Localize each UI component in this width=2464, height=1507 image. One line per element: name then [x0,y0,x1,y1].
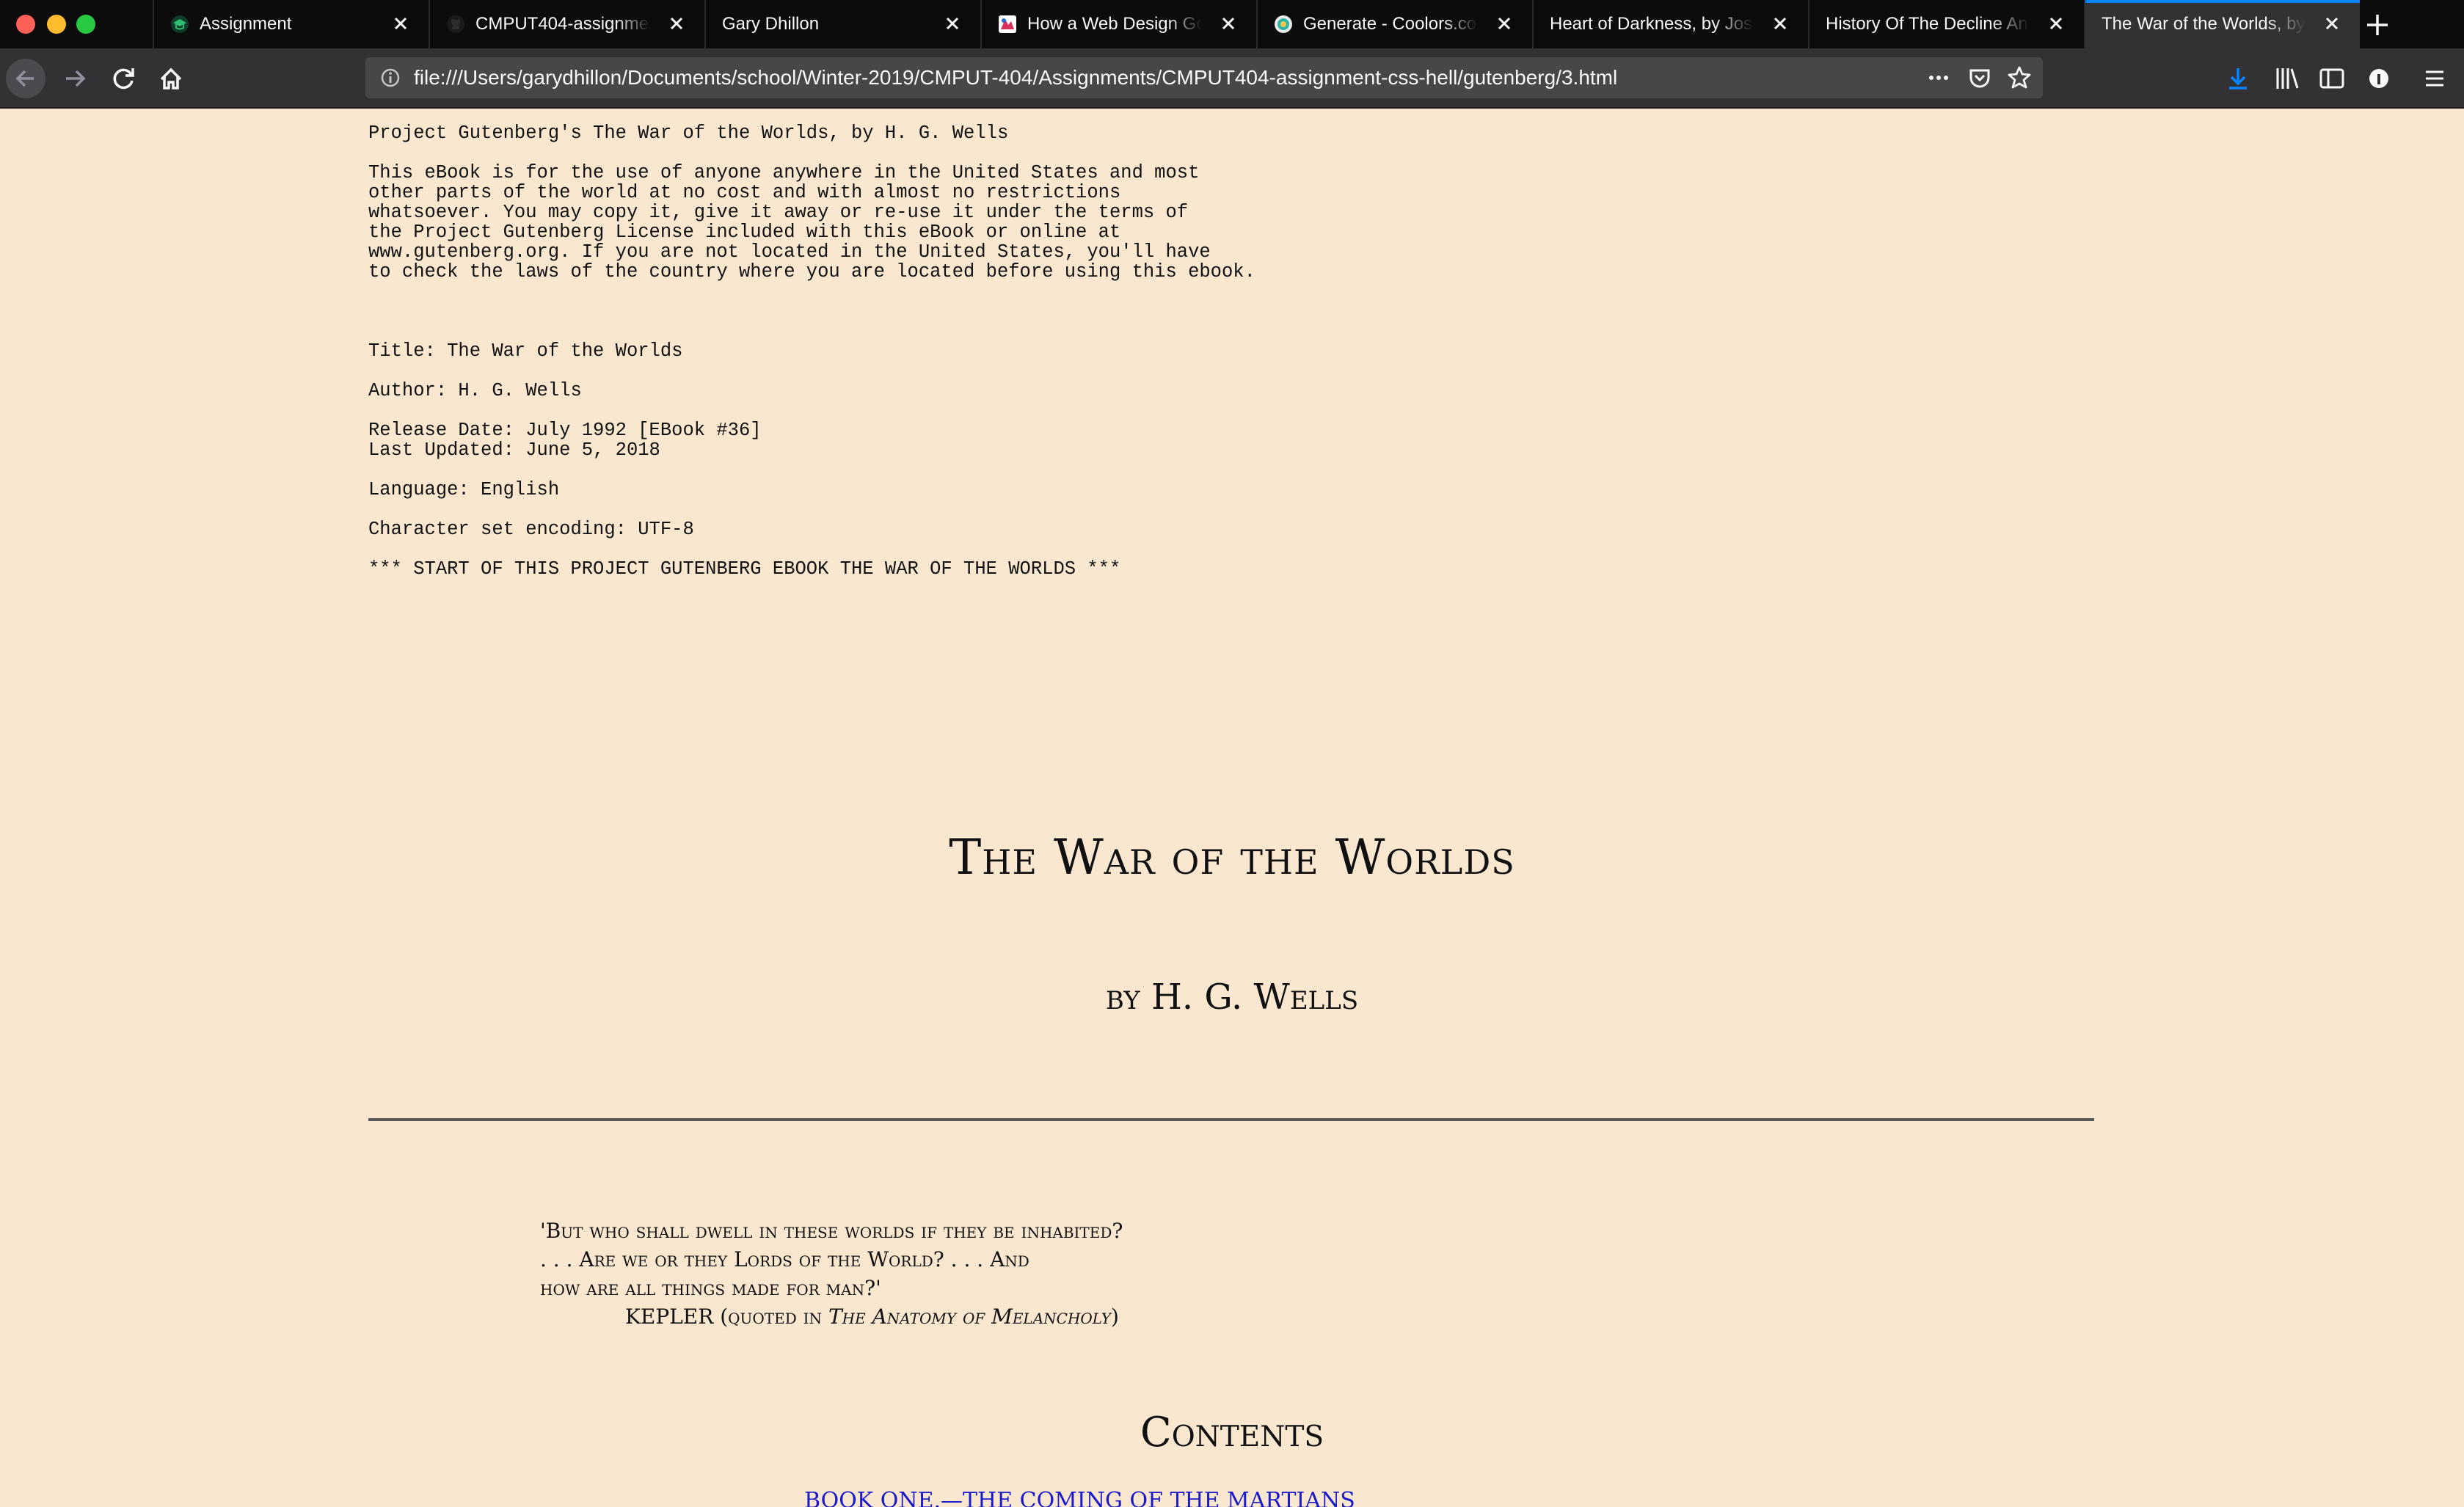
nav-toolbar: file:///Users/garydhillon/Documents/scho… [0,48,2464,109]
close-icon[interactable] [663,10,690,37]
tab-web-design-hell[interactable]: How a Web Design Goes Straight to Hell [980,0,1256,48]
arrow-left-icon [15,70,34,87]
book-byline: by H. G. Wells [1105,977,1359,1018]
epigraph-attribution: KEPLER (quoted in The Anatomy of Melanch… [540,1302,1123,1331]
tab-label: How a Web Design Goes Straight to Hell [1027,14,1202,34]
attribution-work: The Anatomy of Melancholy [828,1305,1111,1329]
page-content: Project Gutenberg's The War of the World… [0,109,2464,1507]
page-actions-icon[interactable] [1924,63,1953,92]
close-icon[interactable] [2319,10,2345,37]
oatmeal-icon [999,15,1016,33]
close-icon[interactable] [939,10,966,37]
epigraph-line: 'But who shall dwell in these worlds if … [540,1219,1123,1243]
close-icon[interactable] [1767,10,1793,37]
tab-coolors[interactable]: Generate - Coolors.co [1256,0,1532,48]
tab-label: History Of The Decline And Fall [1826,14,2030,34]
tab-label: Assignment [200,14,292,34]
toc-link-book-one[interactable]: BOOK ONE.—THE COMING OF THE MARTIANS [804,1488,1355,1507]
window-close-button[interactable] [16,15,35,34]
tab-label: Heart of Darkness, by Joseph Conrad [1550,14,1754,34]
tab-label: CMPUT404-assignment-css-hell [475,14,650,34]
epigraph-line: how are all things made for man?' [540,1276,881,1300]
url-bar[interactable]: file:///Users/garydhillon/Documents/scho… [365,57,2043,98]
tab-gary-dhillon[interactable]: Gary Dhillon [704,0,980,48]
arrow-right-icon [66,70,86,87]
downloads-icon[interactable] [2222,62,2254,95]
extension-info-icon[interactable] [2363,62,2395,95]
close-icon[interactable] [2043,10,2069,37]
tab-assignment[interactable]: Assignment [153,0,429,48]
tab-label: Gary Dhillon [722,14,820,34]
tab-cmput404-repo[interactable]: CMPUT404-assignment-css-hell [429,0,704,48]
book-title: The War of the Worlds [949,829,1515,886]
back-button[interactable] [6,59,45,98]
bookmark-star-icon[interactable] [2005,63,2034,92]
library-icon[interactable] [2270,62,2303,95]
close-icon[interactable] [387,10,414,37]
info-icon[interactable] [377,65,404,91]
tab-list: Assignment CMPUT404-assignment-css-hell … [153,0,2360,48]
pocket-icon[interactable] [1965,63,1994,92]
window-minimize-button[interactable] [47,15,66,34]
url-text: file:///Users/garydhillon/Documents/scho… [414,66,1618,89]
attribution-suffix: ) [1111,1305,1119,1329]
graduation-cap-icon [171,15,189,33]
browser-chrome: Assignment CMPUT404-assignment-css-hell … [0,0,2464,109]
tab-label: The War of the Worlds, by H. G. Wells [2102,14,2306,34]
reload-icon [113,68,134,90]
hamburger-menu-icon[interactable] [2419,62,2451,95]
github-icon [447,15,464,33]
window-zoom-button[interactable] [76,15,95,34]
gutenberg-header: Project Gutenberg's The War of the World… [368,123,1255,580]
sidebar-icon[interactable] [2316,62,2348,95]
coolors-icon [1275,15,1292,33]
close-icon[interactable] [1215,10,1242,37]
forward-button[interactable] [56,59,95,98]
tab-war-of-the-worlds[interactable]: The War of the Worlds, by H. G. Wells [2084,0,2360,48]
contents-heading: Contents [1140,1409,1324,1456]
tab-strip: Assignment CMPUT404-assignment-css-hell … [0,0,2464,48]
tab-decline-and-fall[interactable]: History Of The Decline And Fall [1808,0,2084,48]
attribution-prefix: KEPLER (quoted in [625,1305,828,1329]
home-icon [160,67,182,90]
epigraph: 'But who shall dwell in these worlds if … [540,1216,1123,1331]
reload-button[interactable] [104,59,144,98]
close-icon[interactable] [1491,10,1517,37]
new-tab-icon[interactable] [2361,9,2394,41]
tab-heart-of-darkness[interactable]: Heart of Darkness, by Joseph Conrad [1532,0,1808,48]
epigraph-line: . . . Are we or they Lords of the World?… [540,1247,1029,1271]
horizontal-rule [368,1118,2094,1121]
home-button[interactable] [151,59,191,98]
tab-label: Generate - Coolors.co [1303,14,1477,34]
